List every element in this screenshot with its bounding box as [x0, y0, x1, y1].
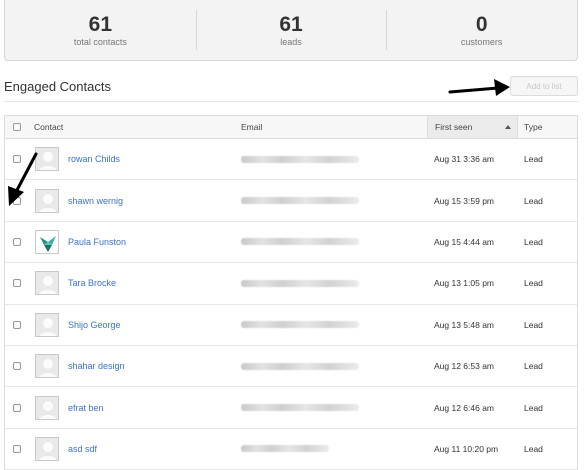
first-seen-cell: Aug 15 4:44 am [434, 236, 495, 247]
section-title: Engaged Contacts [4, 79, 111, 94]
column-header-contact[interactable]: Contact [29, 122, 237, 132]
table-row[interactable]: Shijo George Aug 13 5:48 am Lead [5, 305, 577, 346]
contact-cell: shahar design [29, 354, 237, 379]
contact-name-link[interactable]: asd sdf [68, 444, 97, 454]
type-cell: Lead [524, 278, 543, 289]
row-checkbox-cell [5, 320, 29, 329]
email-redacted [241, 321, 359, 329]
row-checkbox[interactable] [13, 403, 21, 412]
contact-cell: shawn wernig [29, 188, 237, 213]
first-seen-cell: Aug 13 5:48 am [434, 319, 495, 330]
contact-cell: asd sdf [29, 436, 237, 461]
email-redacted [241, 279, 359, 287]
row-checkbox-cell [5, 279, 29, 288]
contact-cell: Paula Funston [29, 229, 237, 254]
contact-cell: Tara Brocke [29, 271, 237, 296]
origami-bird-avatar-icon [35, 229, 59, 254]
divider [4, 101, 578, 102]
email-cell [237, 445, 427, 453]
default-avatar-icon [35, 395, 59, 420]
contact-name-link[interactable]: rowan Childs [68, 154, 120, 164]
first-seen-cell: Aug 15 3:59 pm [434, 195, 495, 206]
type-cell: Lead [524, 236, 543, 247]
default-avatar-icon [35, 312, 59, 337]
contact-cell: rowan Childs [29, 147, 237, 172]
contact-name-link[interactable]: Shijo George [68, 320, 121, 330]
first-seen-cell: Aug 31 3:36 am [434, 154, 495, 165]
type-cell: Lead [524, 361, 543, 372]
row-checkbox[interactable] [13, 279, 21, 288]
stat-value: 61 [279, 13, 303, 36]
table-row[interactable]: efrat ben Aug 12 6:46 am Lead [5, 387, 577, 429]
row-checkbox-cell [5, 237, 29, 246]
contact-name-link[interactable]: Tara Brocke [68, 278, 116, 288]
stat-label: leads [280, 37, 302, 47]
first-seen-cell: Aug 13 1:05 pm [434, 278, 495, 289]
select-all-checkbox[interactable] [13, 123, 21, 131]
default-avatar-icon [35, 354, 59, 379]
column-header-email[interactable]: Email [237, 122, 427, 132]
contact-name-link[interactable]: shawn wernig [68, 196, 123, 206]
email-cell [237, 197, 427, 205]
contact-cell: Shijo George [29, 312, 237, 337]
stat-label: customers [460, 37, 503, 47]
table-header: Contact Email First seen Type [5, 116, 577, 139]
annotation-arrow-add-to-list-icon [448, 79, 510, 96]
row-checkbox-cell [5, 403, 29, 412]
email-redacted [241, 197, 359, 205]
contacts-table: Contact Email First seen Type rowan Chil… [4, 115, 578, 470]
table-row[interactable]: Paula Funston Aug 15 4:44 am Lead [5, 222, 577, 264]
column-header-first-seen[interactable]: First seen [427, 116, 518, 138]
email-redacted [241, 155, 359, 163]
stat-label: total contacts [73, 37, 127, 47]
sort-ascending-icon [505, 125, 511, 129]
email-cell [237, 279, 427, 287]
annotation-arrow-checkbox-icon [8, 152, 38, 206]
table-row[interactable]: rowan Childs Aug 31 3:36 am Lead [5, 139, 577, 181]
add-to-list-button[interactable]: Add to list [510, 76, 578, 96]
contact-name-link[interactable]: efrat ben [68, 403, 104, 413]
column-header-first-seen-label: First seen [435, 122, 473, 132]
row-checkbox[interactable] [13, 444, 21, 453]
first-seen-cell: Aug 11 10:20 pm [434, 443, 499, 454]
contact-name-link[interactable]: shahar design [68, 361, 125, 371]
stat-customers: 0 customers [386, 0, 577, 60]
email-redacted [241, 445, 329, 453]
stat-value: 61 [88, 13, 113, 36]
row-checkbox[interactable] [13, 237, 21, 246]
first-seen-cell: Aug 12 6:53 am [434, 361, 495, 372]
column-header-type[interactable]: Type [518, 122, 577, 132]
email-cell [237, 404, 427, 412]
contact-cell: efrat ben [29, 395, 237, 420]
stat-leads: 61 leads [195, 0, 387, 60]
type-cell: Lead [524, 319, 543, 330]
email-redacted [241, 362, 359, 370]
stat-total-contacts: 61 total contacts [5, 0, 196, 60]
row-checkbox[interactable] [13, 320, 21, 329]
first-seen-cell: Aug 12 6:46 am [434, 402, 495, 413]
email-cell [237, 321, 427, 329]
email-cell [237, 238, 427, 246]
table-row[interactable]: Tara Brocke Aug 13 1:05 pm Lead [5, 263, 577, 305]
contact-name-link[interactable]: Paula Funston [68, 237, 126, 247]
email-cell [237, 155, 427, 163]
default-avatar-icon [35, 436, 59, 461]
type-cell: Lead [524, 402, 543, 413]
select-all-cell [5, 123, 29, 131]
type-cell: Lead [524, 154, 543, 165]
stat-value: 0 [475, 13, 488, 36]
row-checkbox-cell [5, 362, 29, 371]
email-cell [237, 362, 427, 370]
row-checkbox-cell [5, 444, 29, 453]
row-checkbox[interactable] [13, 362, 21, 371]
email-redacted [241, 238, 359, 246]
table-row[interactable]: shawn wernig Aug 15 3:59 pm Lead [5, 180, 577, 222]
type-cell: Lead [524, 195, 543, 206]
table-row[interactable]: asd sdf Aug 11 10:20 pm Lead [5, 429, 577, 470]
stats-panel: 61 total contacts 61 leads 0 customers [4, 0, 578, 61]
default-avatar-icon [35, 271, 59, 296]
table-row[interactable]: shahar design Aug 12 6:53 am Lead [5, 346, 577, 388]
type-cell: Lead [524, 443, 543, 454]
email-redacted [241, 404, 359, 412]
